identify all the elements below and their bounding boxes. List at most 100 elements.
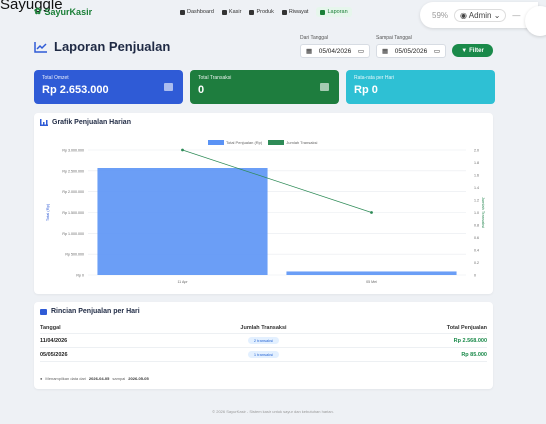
table-row: 05/05/2026 1 transaksi Rp 85.000 (40, 348, 487, 362)
total-cell: Rp 2.568.000 (453, 337, 487, 344)
leaf-icon: ✿ (34, 6, 42, 16)
page-title-text: Laporan Penjualan (54, 39, 171, 54)
user-name: Admin (468, 10, 492, 20)
zoom-level[interactable]: 59% (432, 11, 448, 20)
note-mid: sampai (112, 376, 126, 381)
table-row: 11/04/2026 2 transaksi Rp 2.568.000 (40, 334, 487, 348)
note-from: 2026-04-05 (88, 376, 110, 381)
from-date-group: Dari Tanggal ▦ 05/04/2026 ▭ (300, 35, 370, 58)
date-cell: 05/05/2026 (40, 351, 68, 358)
table-icon (40, 308, 47, 315)
filter-button[interactable]: ▼ Filter (452, 44, 493, 57)
card-value: Rp 2.653.000 (42, 84, 109, 96)
total-transaksi-card: Total Transaksi 0 (190, 70, 339, 104)
sales-table: Tanggal Jumlah Transaksi Total Penjualan… (40, 323, 487, 362)
y-left-tick-label: Rp 2.500.000 (62, 169, 84, 173)
chart-line-icon (34, 41, 47, 53)
y-right-tick-label: 2.0 (474, 149, 479, 153)
box-icon (249, 9, 255, 15)
y-right-tick-label: 0.6 (474, 236, 479, 240)
calendar-icon: ▦ (382, 48, 389, 55)
nav-dashboard[interactable]: Dashboard (180, 9, 214, 15)
y-left-tick-label: Rp 3.000.000 (62, 149, 84, 153)
card-value: 0 (198, 84, 205, 96)
x-tick-label: 05 Mei (366, 280, 377, 284)
user-menu[interactable]: ◉ Admin ⌄ (454, 8, 507, 22)
count-cell: 2 transaksi (189, 337, 338, 344)
y-right-tick-label: 1.0 (474, 211, 479, 215)
nav-label: Produk (256, 9, 274, 15)
nav-riwayat[interactable]: Riwayat (281, 9, 309, 15)
nav-label: Laporan (327, 9, 348, 15)
to-date-value: 05/05/2026 (394, 47, 428, 55)
y-left-tick-label: Rp 1.500.000 (62, 211, 84, 215)
minimize-icon[interactable]: — (512, 11, 520, 20)
info-icon: ● (40, 376, 43, 381)
line-point (370, 211, 373, 214)
rata-rata-card: Rata-rata per Hari Rp 0 (346, 70, 495, 104)
header-cell: Jumlah Transaksi (240, 325, 287, 331)
to-date-group: Sampai Tanggal ▦ 05/05/2026 ▭ (376, 35, 446, 58)
y-right-tick-label: 0 (474, 274, 476, 278)
table-panel: Rincian Penjualan per Hari Tanggal Jumla… (34, 302, 493, 389)
card-label: Rata-rata per Hari (354, 75, 395, 81)
y-left-axis-title: Total (Rp) (45, 203, 50, 221)
footer: © 2026 SayurKasir - Sistem kasir untuk s… (212, 409, 334, 414)
y-left-tick-label: Rp 500.000 (65, 253, 84, 257)
funnel-icon: ▼ (461, 47, 468, 54)
dashboard-icon (180, 9, 185, 15)
brand-name: SayurKasir (44, 6, 93, 17)
chart-line-icon (320, 9, 326, 15)
y-right-tick-label: 1.6 (474, 174, 479, 178)
user-icon: ◉ (460, 10, 469, 20)
browser-toolbar: 59% ◉ Admin ⌄ — + (420, 2, 538, 28)
chart-bar (286, 271, 457, 275)
to-date-input[interactable]: ▦ 05/05/2026 ▭ (376, 44, 446, 58)
nav-laporan[interactable]: Laporan (316, 7, 352, 17)
history-icon (281, 9, 287, 15)
count-badge: 1 transaksi (247, 351, 280, 358)
table-title-text: Rincian Penjualan per Hari (51, 308, 140, 315)
cash-register-icon (221, 9, 227, 15)
y-left-tick-label: Rp 0 (76, 274, 84, 278)
floating-action-button[interactable] (525, 6, 546, 36)
nav-label: Dashboard (187, 9, 214, 15)
y-right-tick-label: 1.4 (474, 186, 479, 190)
y-left-tick-label: Rp 2.000.000 (62, 190, 84, 194)
date-range-note: ● Menampilkan data dari 2026-04-05 sampa… (40, 376, 149, 381)
nav-label: Kasir (228, 9, 242, 15)
card-value: Rp 0 (354, 84, 378, 96)
header-cell: Total Penjualan (446, 325, 487, 331)
header-cell: Tanggal (40, 325, 61, 331)
page-title: Laporan Penjualan (34, 39, 170, 54)
main-nav: Dashboard Kasir Produk Riwayat Laporan (180, 7, 352, 17)
y-right-tick-label: 0.2 (474, 261, 479, 265)
from-date-input[interactable]: ▦ 05/04/2026 ▭ (300, 44, 370, 58)
total-omzet-card: Total Omzet Rp 2.653.000 (34, 70, 183, 104)
nav-kasir[interactable]: Kasir (221, 9, 242, 15)
to-date-label: Sampai Tanggal (376, 35, 412, 41)
y-right-tick-label: 0.8 (474, 224, 479, 228)
chart-bar (97, 168, 268, 275)
calendar-picker-icon[interactable]: ▭ (434, 47, 440, 55)
total-cell: Rp 85.000 (461, 351, 487, 358)
sales-chart: Rp 0 Rp 500.000 Rp 1.000.000 Rp 1.500.000 Rp… (45, 149, 486, 285)
note-prefix: Menampilkan data dari (45, 376, 86, 381)
nav-produk[interactable]: Produk (249, 9, 274, 15)
chart-panel: Grafik Penjualan Harian Total Penjualan … (34, 113, 493, 294)
brand[interactable]: ✿ SayurKasir (34, 6, 92, 17)
filter-button-label: Filter (469, 47, 484, 54)
x-tick-label: 11 Apr (177, 280, 188, 284)
card-label: Total Transaksi (198, 75, 232, 81)
y-right-tick-label: 0.4 (474, 249, 479, 253)
card-label: Total Omzet (42, 75, 69, 81)
money-icon (164, 83, 173, 91)
from-date-value: 05/04/2026 (318, 47, 352, 55)
date-cell: 11/04/2026 (40, 337, 68, 344)
y-right-tick-label: 1.8 (474, 161, 479, 165)
receipt-icon (320, 83, 329, 91)
calendar-picker-icon[interactable]: ▭ (358, 47, 364, 55)
y-right-axis-title: Jumlah Transaksi (481, 197, 486, 228)
y-right-tick-label: 1.2 (474, 199, 479, 203)
nav-label: Riwayat (288, 9, 309, 15)
